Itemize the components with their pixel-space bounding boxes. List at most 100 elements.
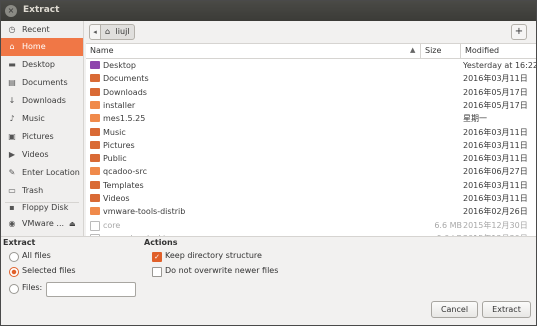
file-name: Documents xyxy=(103,74,149,84)
file-row[interactable]: core 6.6 MB 2015年12月30日 xyxy=(86,219,536,232)
file-modified: 2016年03月11日 xyxy=(463,127,528,137)
file-icon xyxy=(90,220,100,231)
location-icon: ✎ xyxy=(8,168,16,177)
sidebar-item-pictures[interactable]: ▣ Pictures xyxy=(1,128,83,146)
column-name-header[interactable]: Name xyxy=(90,46,114,55)
folder-icon xyxy=(90,154,100,163)
videos-icon: ▶ xyxy=(8,150,16,159)
extract-button[interactable]: Extract xyxy=(482,301,531,318)
folder-icon xyxy=(90,140,100,149)
sidebar-item-enter-location[interactable]: ✎ Enter Location xyxy=(1,164,83,182)
file-modified: 2016年03月11日 xyxy=(463,194,528,203)
all-files-radio[interactable] xyxy=(9,252,19,262)
extract-heading: Extract xyxy=(3,238,36,247)
sidebar-item-label: Downloads xyxy=(22,96,66,105)
file-modified: 2016年05月17日 xyxy=(463,87,528,97)
column-header: Name ▲ Size Modified xyxy=(86,44,536,59)
eject-icon[interactable]: ⏏ xyxy=(69,219,76,229)
column-modified-header[interactable]: Modified xyxy=(465,46,499,55)
floppy-icon: ▪ xyxy=(9,203,15,212)
clock-icon: ◷ xyxy=(8,25,16,34)
breadcrumb-label: liujl xyxy=(115,27,130,36)
file-modified: 2016年03月11日 xyxy=(463,180,528,190)
selected-files-label[interactable]: Selected files xyxy=(22,266,76,275)
file-modified: Yesterday at 16:22 xyxy=(463,61,536,70)
file-size: 6.6 MB xyxy=(434,220,462,230)
disc-icon: ◉ xyxy=(8,219,16,228)
sidebar-item-label: Music xyxy=(22,114,45,123)
file-row[interactable]: Desktop Yesterday at 16:22 xyxy=(86,59,536,72)
file-row[interactable]: Videos 2016年03月11日 xyxy=(86,192,536,205)
sidebar-item-label: Videos xyxy=(22,150,49,159)
sidebar-item-home[interactable]: ⌂ Home xyxy=(1,38,83,56)
sidebar-item-music[interactable]: ♪ Music xyxy=(1,110,83,128)
file-name: mes1.5.25 xyxy=(103,114,146,124)
sidebar-item-desktop[interactable]: ▬ Desktop xyxy=(1,56,83,74)
file-modified: 2016年03月11日 xyxy=(463,74,528,84)
file-row[interactable]: Downloads 2016年05月17日 xyxy=(86,86,536,99)
home-icon: ⌂ xyxy=(9,42,15,51)
desktop-folder-icon xyxy=(90,61,100,69)
file-row[interactable]: Pictures 2016年03月11日 xyxy=(86,139,536,152)
sidebar-item-downloads[interactable]: ↓ Downloads xyxy=(1,92,83,110)
sidebar-item-recent[interactable]: ◷ Recent xyxy=(1,21,83,39)
sidebar-item-label: Documents xyxy=(22,78,68,87)
file-row[interactable]: mes1.5.25 星期一 xyxy=(86,112,536,125)
file-modified: 星期一 xyxy=(463,114,487,124)
no-overwrite-checkbox[interactable] xyxy=(152,267,162,277)
home-icon: ⌂ xyxy=(105,27,111,36)
folder-icon xyxy=(90,87,100,96)
file-modified: 2016年05月17日 xyxy=(463,100,528,110)
sidebar-item-label: Recent xyxy=(22,25,50,34)
all-files-label[interactable]: All files xyxy=(22,251,51,260)
sidebar-item-label: Desktop xyxy=(22,60,55,69)
sidebar-item-documents[interactable]: ▤ Documents xyxy=(1,74,83,92)
sidebar-item-label: Enter Location xyxy=(22,168,80,177)
extract-dialog: × Extract ◂ ⌂ liujl + ◷ Recent ⌂ Home ▬ … xyxy=(0,0,537,326)
sidebar-item-trash[interactable]: ▭ Trash xyxy=(1,182,83,200)
file-name: installer xyxy=(103,100,136,110)
file-row[interactable]: Public 2016年03月11日 xyxy=(86,152,536,165)
file-row[interactable]: qcadoo-src 2016年06月27日 xyxy=(86,165,536,178)
location-bar: ◂ ⌂ liujl + xyxy=(86,21,536,43)
column-size-header[interactable]: Size xyxy=(425,46,441,55)
folder-icon xyxy=(90,180,100,189)
sort-ascending-icon: ▲ xyxy=(410,46,416,54)
no-overwrite-label[interactable]: Do not overwrite newer files xyxy=(165,266,278,275)
pictures-icon: ▣ xyxy=(8,132,16,141)
file-name: Templates xyxy=(103,180,144,190)
cancel-button[interactable]: Cancel xyxy=(431,301,478,318)
file-row[interactable]: Music 2016年03月11日 xyxy=(86,126,536,139)
selected-files-radio[interactable] xyxy=(9,267,19,277)
desktop-icon: ▬ xyxy=(8,60,16,69)
file-name: Downloads xyxy=(103,87,147,97)
files-pattern-radio[interactable] xyxy=(9,284,19,294)
file-row[interactable]: Templates 2016年03月11日 xyxy=(86,179,536,192)
file-name: core xyxy=(103,220,121,230)
file-name: Videos xyxy=(103,194,130,203)
file-name: Desktop xyxy=(103,61,136,70)
file-name: Music xyxy=(103,127,126,137)
file-row[interactable]: Documents 2016年03月11日 xyxy=(86,72,536,85)
sidebar-item-videos[interactable]: ▶ Videos xyxy=(1,146,83,164)
downloads-icon: ↓ xyxy=(8,96,16,105)
folder-icon xyxy=(90,167,100,176)
create-folder-button[interactable]: + xyxy=(511,24,527,40)
keep-structure-checkbox[interactable]: ✓ xyxy=(152,252,162,262)
breadcrumb-home-folder[interactable]: ⌂ liujl xyxy=(100,24,135,40)
file-row[interactable]: vmware-tools-distrib 2016年02月26日 xyxy=(86,205,536,218)
trash-icon: ▭ xyxy=(8,186,16,195)
sidebar-item-vmware[interactable]: ◉ VMware ... ⏏ xyxy=(1,215,83,233)
column-divider xyxy=(460,44,461,58)
music-icon: ♪ xyxy=(9,114,15,123)
file-row[interactable]: installer 2016年05月17日 xyxy=(86,99,536,112)
sidebar-item-label: VMware ... xyxy=(22,219,65,228)
files-pattern-input[interactable] xyxy=(46,282,136,297)
options-panel: Extract All files Selected files Files: … xyxy=(1,236,536,325)
files-pattern-label[interactable]: Files: xyxy=(22,283,42,292)
actions-heading: Actions xyxy=(144,238,178,247)
close-button[interactable]: × xyxy=(5,5,17,17)
sidebar-item-label: Pictures xyxy=(22,132,54,141)
folder-icon xyxy=(90,207,100,216)
keep-structure-label[interactable]: Keep directory structure xyxy=(165,251,262,260)
